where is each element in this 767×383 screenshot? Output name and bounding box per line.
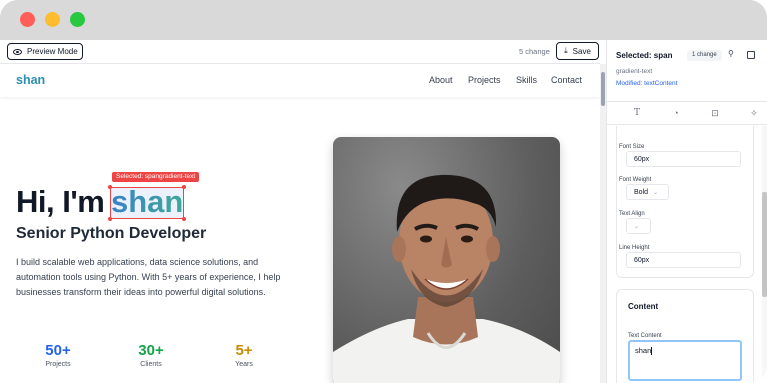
save-button[interactable]: ⤓ Save [556,42,599,60]
stat-label: Years [235,361,253,368]
font-size-input[interactable]: 60px [626,151,741,167]
eye-icon [13,48,22,55]
tab-colors-icon[interactable]: ◔ [669,108,683,118]
change-count: 5 change [519,47,550,56]
line-height-input[interactable]: 60px [626,252,741,268]
pin-icon[interactable]: ⚲ [728,49,734,58]
close-window-button[interactable] [20,12,35,27]
site-navbar: shan About Projects Skills Contact [0,64,600,97]
panel-scrollbar-thumb[interactable] [762,192,767,297]
profile-photo[interactable] [333,137,560,383]
editor-toolbar: Preview Mode 5 change ⤓ Save [0,40,600,64]
tab-effects-icon[interactable]: ✧ [747,108,761,119]
nav-link-about[interactable]: About [429,75,453,85]
tab-layout-icon[interactable]: ⊡ [708,108,722,119]
modified-info: Modified: textContent [616,80,678,87]
font-size-value: 60px [634,155,650,163]
panel-tabs: T ◔ ⊡ ✧ [607,101,767,125]
site-preview: shan About Projects Skills Contact Hi, I… [0,64,600,383]
site-scrollbar-thumb[interactable] [601,72,605,106]
change-badge: 1 change [687,50,722,61]
text-content-textarea[interactable]: shan [628,340,742,381]
font-weight-label: Font Weight [619,177,652,183]
selected-element-title: Selected: span [616,51,673,60]
hero-greeting: Hi, I'm [16,184,105,219]
stat-clients[interactable]: 30+ Clients [111,342,191,368]
selection-label: Selected: spangradient-text [112,172,200,182]
save-label: Save [572,46,591,56]
font-size-label: Font Size [619,144,645,150]
text-content-label: Text Content [628,333,662,339]
nav-link-projects[interactable]: Projects [468,75,501,85]
stat-value: 5+ [235,342,253,359]
stat-years[interactable]: 5+ Years [204,342,284,368]
text-align-select[interactable]: ⌄ [626,218,651,234]
browser-window: Preview Mode 5 change ⤓ Save shan About … [0,0,767,383]
chevron-down-icon: ⌄ [653,189,659,196]
chevron-down-icon: ⌄ [634,223,640,230]
text-content-value: shan [635,346,652,355]
stat-value: 50+ [45,342,71,359]
download-icon: ⤓ [564,46,568,55]
maximize-window-button[interactable] [70,12,85,27]
line-height-value: 60px [634,256,650,264]
content-section-title: Content [628,302,659,311]
editor-content: Preview Mode 5 change ⤓ Save shan About … [0,40,767,383]
stat-label: Clients [140,361,162,368]
panel-scrollbar[interactable] [762,126,767,383]
portrait-illustration [333,174,560,383]
text-caret [651,347,653,356]
tab-typography-icon[interactable]: T [630,108,644,118]
nav-link-skills[interactable]: Skills [516,75,537,85]
properties-panel: Selected: span 1 change ⚲ gradient-text … [606,40,767,383]
square-icon[interactable] [747,51,755,59]
stat-label: Projects [45,361,71,368]
element-class: gradient-text [616,68,653,75]
site-logo[interactable]: shan [16,73,45,87]
hero-subtitle[interactable]: Senior Python Developer [16,225,206,243]
stat-value: 30+ [138,342,164,359]
line-height-label: Line Height [619,245,650,251]
font-weight-value: Bold [634,188,649,196]
hero-name-gradient-text[interactable]: shan [111,184,183,220]
text-align-label: Text Align [619,211,645,217]
preview-mode-label: Preview Mode [27,47,78,56]
hero-description[interactable]: I build scalable web applications, data … [16,255,288,300]
stat-projects[interactable]: 50+ Projects [18,342,98,368]
minimize-window-button[interactable] [45,12,60,27]
font-weight-select[interactable]: Bold ⌄ [626,184,669,200]
preview-mode-button[interactable]: Preview Mode [7,43,83,60]
nav-link-contact[interactable]: Contact [551,75,582,85]
window-titlebar [0,0,767,40]
